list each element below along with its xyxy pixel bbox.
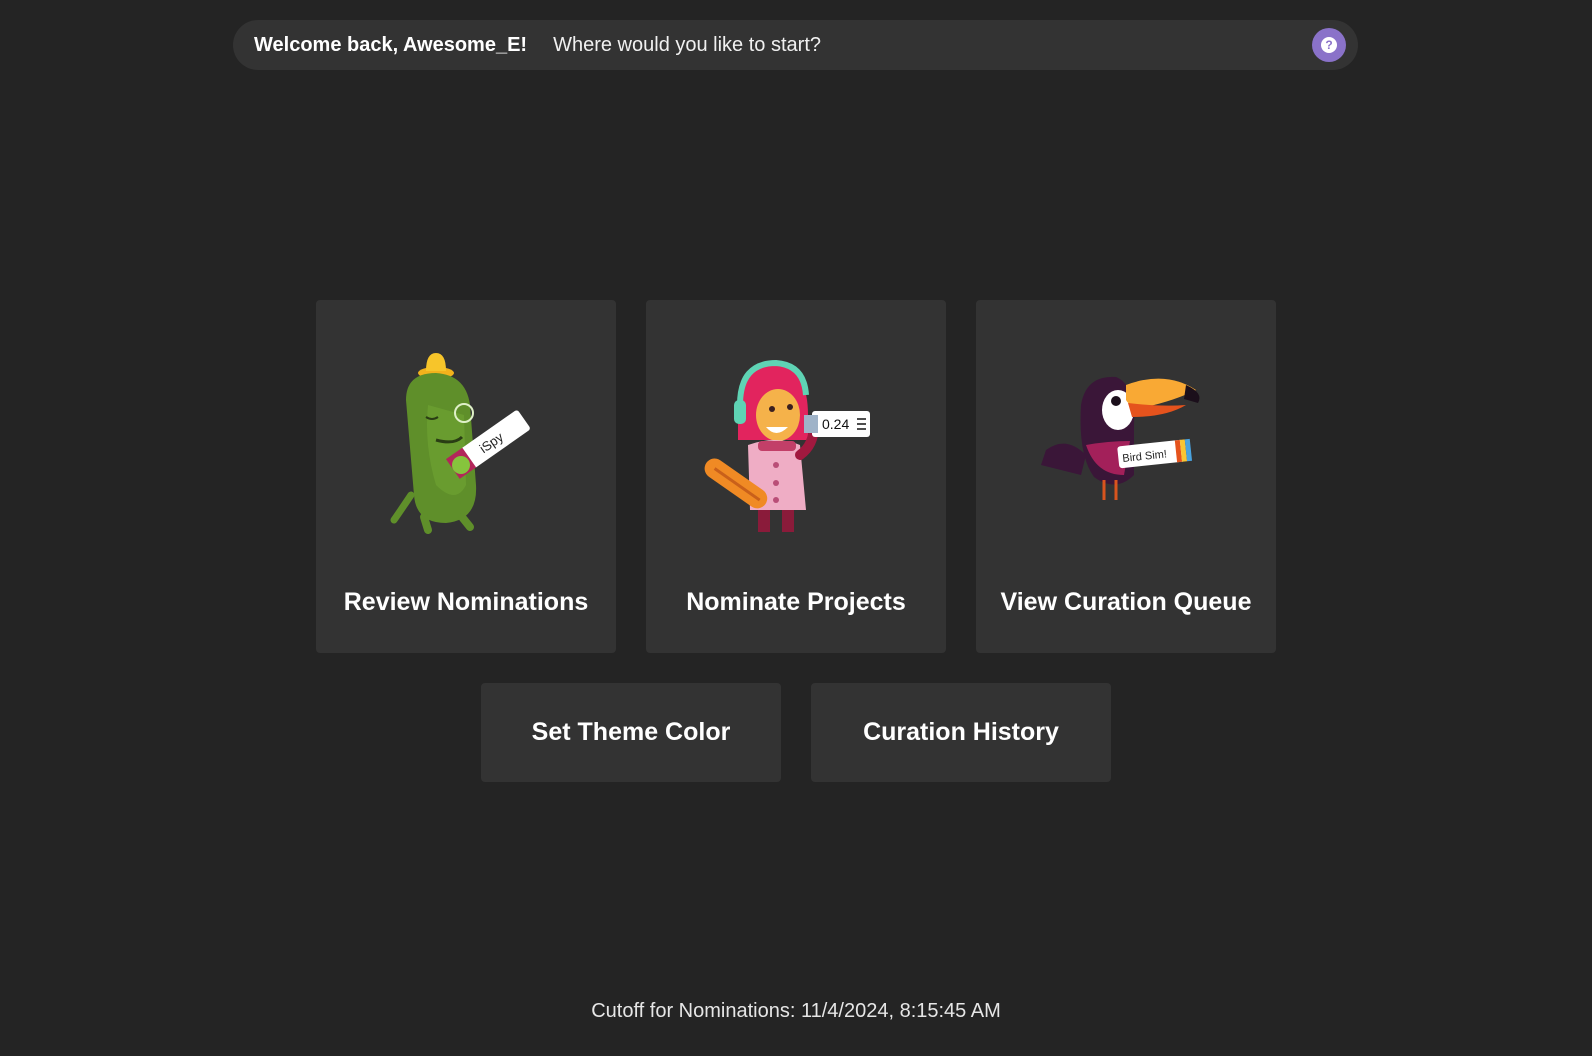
toucan-illustration: Bird Sim! — [1041, 376, 1200, 500]
set-theme-color-label: Set Theme Color — [531, 718, 731, 746]
help-button[interactable]: ? — [1312, 28, 1346, 62]
start-prompt: Where would you like to start? — [553, 33, 821, 56]
curation-home: Welcome back, Awesome_E! Where would you… — [0, 0, 1592, 1056]
set-theme-color-button[interactable]: Set Theme Color — [481, 683, 781, 782]
view-curation-queue-card[interactable]: Bird Sim! View Curation Queue — [976, 300, 1276, 653]
review-nominations-label: Review Nominations — [343, 588, 589, 616]
nominate-projects-card[interactable]: 0.24 Nominate Projects — [646, 300, 946, 653]
curation-history-label: Curation History — [863, 718, 1059, 746]
welcome-bar: Welcome back, Awesome_E! Where would you… — [233, 20, 1358, 70]
question-mark-icon: ? — [1321, 37, 1337, 53]
curation-history-button[interactable]: Curation History — [811, 683, 1111, 782]
welcome-message: Welcome back, Awesome_E! — [254, 33, 528, 56]
score-card-text: 0.24 — [822, 416, 849, 432]
nominate-projects-label: Nominate Projects — [686, 588, 906, 616]
review-nominations-card[interactable]: iSpy Review Nominations — [316, 300, 616, 653]
nomination-cutoff-text: Cutoff for Nominations: 11/4/2024, 8:15:… — [591, 1000, 1001, 1022]
girl-with-headphones-illustration: 0.24 — [704, 359, 870, 532]
view-curation-queue-label: View Curation Queue — [1000, 588, 1252, 616]
green-monster-spy-illustration: iSpy — [390, 353, 530, 534]
